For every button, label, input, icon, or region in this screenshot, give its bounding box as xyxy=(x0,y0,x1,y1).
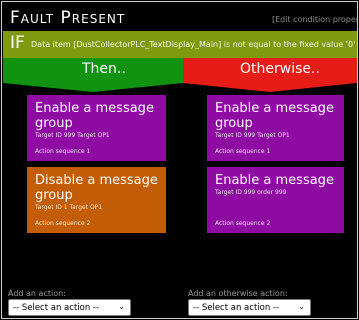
condition-text: Data item [DustCollectorPLC_TextDisplay_… xyxy=(31,40,356,49)
if-keyword: IF xyxy=(10,33,25,53)
action-target: Target ID 999 order 999 xyxy=(215,189,287,196)
action-sequence: Action sequence 2 xyxy=(35,220,91,227)
add-action-select-value: -- Select an action -- xyxy=(13,303,100,313)
action-target: Target ID 999 Target OP1 xyxy=(215,132,290,139)
chevron-down-icon: ⌄ xyxy=(118,302,125,311)
then-label: Then.. xyxy=(82,61,126,77)
rule-header: Fault Present [Edit condition properties xyxy=(8,8,357,32)
action-title: Enable a message xyxy=(215,173,334,188)
then-action-card-1[interactable]: Enable a message group Target ID 999 Tar… xyxy=(27,95,166,161)
add-action-label: Add an action: xyxy=(8,289,66,298)
add-otherwise-action-label: Add an otherwise action: xyxy=(188,289,288,298)
action-title: Disable a message group xyxy=(35,173,158,203)
action-sequence: Action sequence 2 xyxy=(215,220,271,227)
rule-title: Fault Present xyxy=(10,8,126,28)
otherwise-action-card-1[interactable]: Enable a message group Target ID 999 Tar… xyxy=(207,95,344,161)
chevron-down-icon: ⌄ xyxy=(298,302,305,311)
otherwise-action-card-2[interactable]: Enable a message Target ID 999 order 999… xyxy=(207,167,344,233)
add-otherwise-action-select[interactable]: -- Select an action -- ⌄ xyxy=(188,299,311,316)
then-action-card-2[interactable]: Disable a message group Target ID 1 Targ… xyxy=(27,167,166,233)
add-otherwise-action-select-value: -- Select an action -- xyxy=(193,303,280,313)
action-title: Enable a message group xyxy=(215,101,334,131)
action-sequence: Action sequence 1 xyxy=(215,148,271,155)
condition-bar[interactable]: IF Data item [DustCollectorPLC_TextDispl… xyxy=(3,31,357,58)
action-title: Enable a message group xyxy=(35,101,154,131)
otherwise-branch-arrow xyxy=(183,83,357,92)
otherwise-label: Otherwise.. xyxy=(240,61,320,77)
action-sequence: Action sequence 1 xyxy=(35,148,91,155)
otherwise-branch-header: Otherwise.. xyxy=(183,58,357,83)
add-action-select[interactable]: -- Select an action -- ⌄ xyxy=(8,299,131,316)
edit-condition-link[interactable]: [Edit condition properties xyxy=(272,15,357,24)
then-branch-header: Then.. xyxy=(3,58,183,83)
action-target: Target ID 999 Target OP1 xyxy=(35,132,110,139)
action-target: Target ID 1 Target OP1 xyxy=(35,204,103,211)
then-branch-arrow xyxy=(3,83,183,92)
